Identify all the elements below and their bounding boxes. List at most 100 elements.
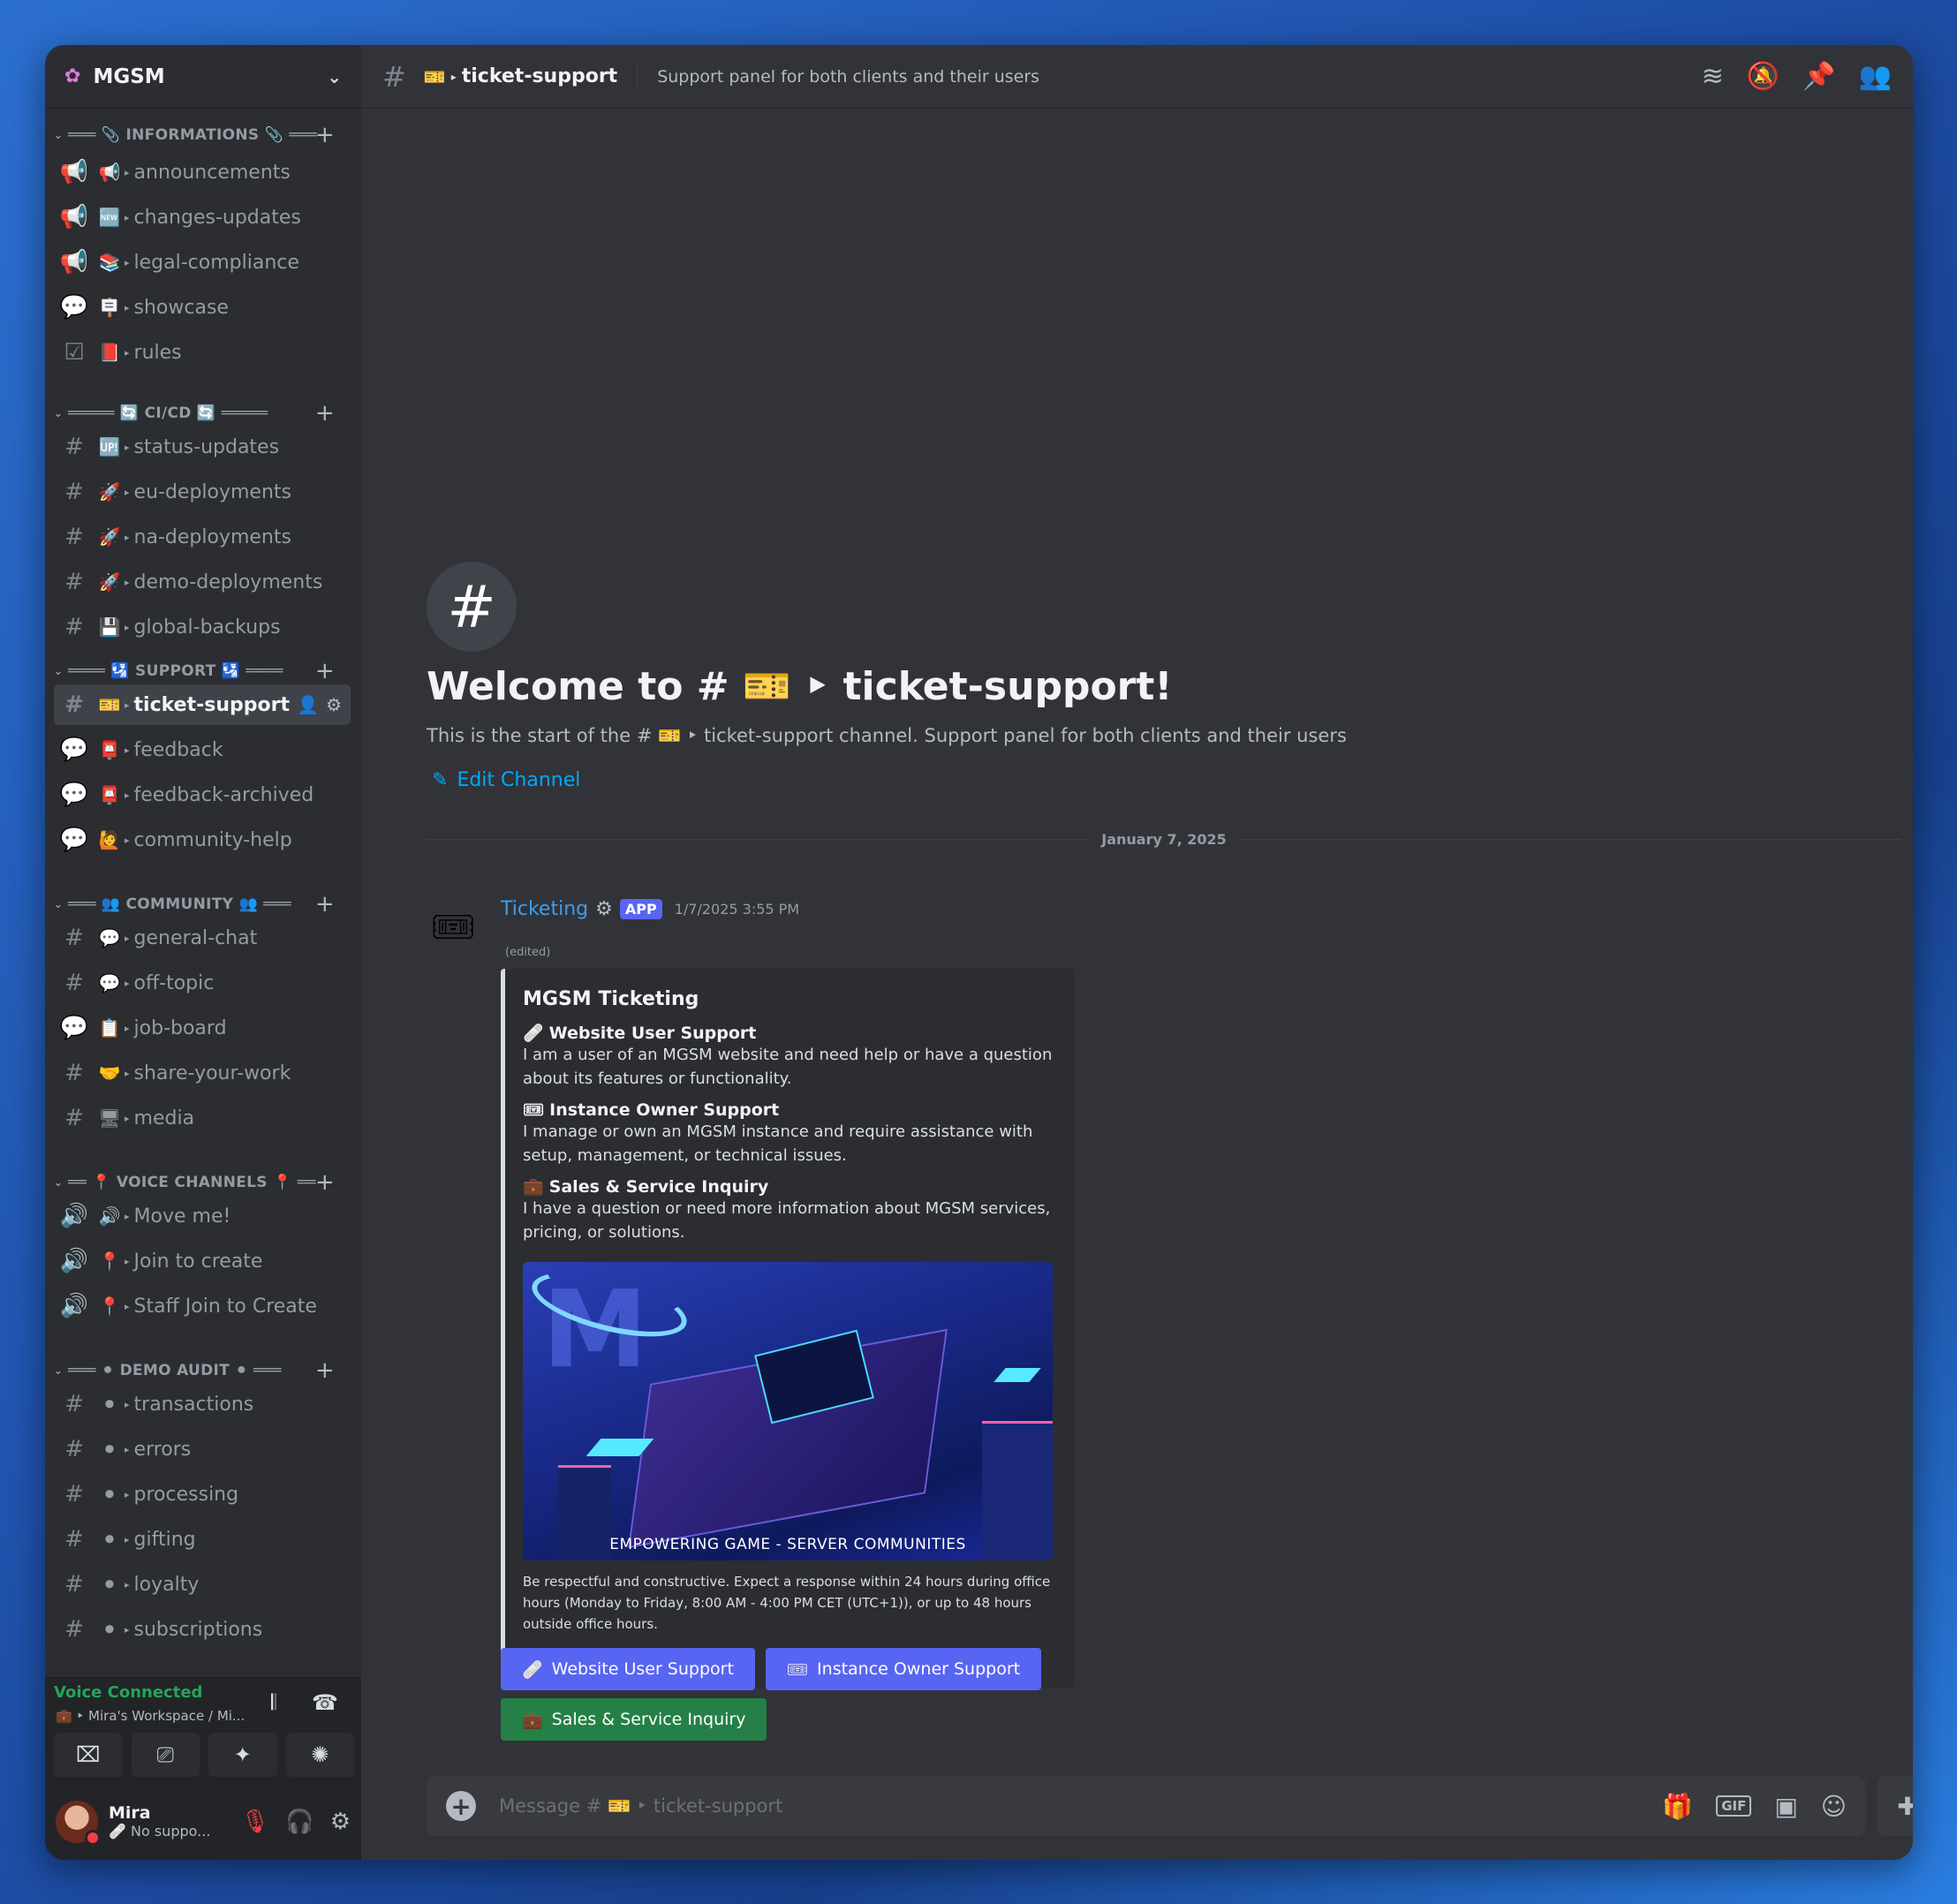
channel-demo-deployments[interactable]: # 🚀 ▸ demo-deployments <box>54 562 351 602</box>
channel-subscriptions[interactable]: # ⚫ ▸ subscriptions <box>54 1609 351 1650</box>
add-channel-icon[interactable]: + <box>315 658 335 684</box>
channel-showcase[interactable]: 💬 🪧 ▸ showcase <box>54 287 351 328</box>
invite-icon[interactable]: 👤 <box>297 694 319 715</box>
avatar[interactable] <box>56 1800 101 1846</box>
sticker-icon[interactable]: ▣ <box>1774 1792 1797 1821</box>
channel-emoji: 🙋 <box>98 829 121 850</box>
server-header[interactable]: ✿ MGSM ⌄ <box>45 45 361 109</box>
forum-icon: 💬 <box>59 1015 89 1041</box>
gift-icon[interactable]: 🎁 <box>1662 1792 1693 1821</box>
gear-icon[interactable]: ⚙ <box>326 694 342 715</box>
channel-label: global-backups <box>133 616 281 638</box>
chevron-down-icon: ⌄ <box>53 897 64 911</box>
glow-tile <box>994 1368 1041 1382</box>
channel-errors[interactable]: # ⚫ ▸ errors <box>54 1429 351 1470</box>
gear-icon[interactable]: ⚙ <box>330 1809 351 1835</box>
channel-topic[interactable]: Support panel for both clients and their… <box>657 67 1039 87</box>
sales-service-inquiry-button[interactable]: 💼 Sales & Service Inquiry <box>501 1698 767 1741</box>
arrow-icon: ▸ <box>125 744 130 756</box>
apps-button[interactable]: ✚ <box>1878 1776 1913 1836</box>
arrow-icon: ▸ <box>125 699 130 711</box>
gif-icon[interactable]: GIF <box>1716 1795 1752 1817</box>
channel-job-board[interactable]: 💬 📋 ▸ job-board <box>54 1008 351 1048</box>
category-cicd[interactable]: ⌄ ═════ 🔄 CI/CD 🔄 ═════ + <box>45 398 361 428</box>
channel-media[interactable]: # 🖥 ▸ media <box>54 1098 351 1138</box>
category-support[interactable]: ⌄ ════ 🛂 SUPPORT 🛂 ════ + <box>45 656 361 686</box>
chevron-down-icon[interactable]: ⌄ <box>327 66 342 87</box>
channel-list: ⌄ ═══ 📎 INFORMATIONS 📎 ═══ + 📢 📢 ▸ annou… <box>45 109 361 1722</box>
channel-na-deployments[interactable]: # 🚀 ▸ na-deployments <box>54 517 351 557</box>
add-channel-icon[interactable]: + <box>315 400 335 427</box>
channel-move-me[interactable]: 🔊 🔊 ▸ Move me! <box>54 1196 351 1236</box>
channel-loyalty[interactable]: # ⚫ ▸ loyalty <box>54 1564 351 1605</box>
message-input[interactable]: Message # 🎫 ‣ ticket-support <box>499 1795 782 1817</box>
add-channel-icon[interactable]: + <box>315 1357 335 1384</box>
channel-eu-deployments[interactable]: # 🚀 ▸ eu-deployments <box>54 472 351 512</box>
channel-global-backups[interactable]: # 💾 ▸ global-backups <box>54 607 351 647</box>
notifications-muted-icon[interactable]: 🔕 <box>1747 61 1779 92</box>
camera-off-button[interactable]: ⌧ <box>54 1733 123 1777</box>
add-channel-icon[interactable]: + <box>315 1169 335 1196</box>
user-tools: 🎙 🎧 ⚙ <box>240 1809 351 1835</box>
disconnect-icon[interactable]: ☎ <box>312 1690 338 1715</box>
channel-off-topic[interactable]: # 💬 ▸ off-topic <box>54 963 351 1003</box>
channel-processing[interactable]: # ⚫ ▸ processing <box>54 1474 351 1515</box>
user-meta[interactable]: Mira 🩹 No suppo... <box>109 1803 210 1840</box>
channel-feedback-archived[interactable]: 💬 📮 ▸ feedback-archived <box>54 774 351 815</box>
emoji-icon[interactable]: ☺ <box>1821 1792 1847 1821</box>
channel-changes-updates[interactable]: 📢 🆕 ▸ changes-updates <box>54 197 351 238</box>
embed-field-name: 🩹 Website User Support <box>523 1023 1055 1044</box>
channel-announcements[interactable]: 📢 📢 ▸ announcements <box>54 152 351 193</box>
category-label: ═════ 🔄 CI/CD 🔄 ═════ <box>68 404 268 422</box>
pin-icon[interactable]: 📌 <box>1802 61 1835 92</box>
screen-share-button[interactable]: ⎚ <box>131 1733 200 1777</box>
threads-icon[interactable]: ≋ <box>1702 61 1724 92</box>
soundboard-button[interactable]: ✺ <box>285 1733 354 1777</box>
divider-line <box>427 838 1090 840</box>
channel-gifting[interactable]: # ⚫ ▸ gifting <box>54 1519 351 1560</box>
instance-owner-support-button[interactable]: 🎟 Instance Owner Support <box>765 1648 1042 1690</box>
channel-label: Move me! <box>133 1205 231 1228</box>
channel-legal-compliance[interactable]: 📢 📚 ▸ legal-compliance <box>54 242 351 283</box>
category-demo-audit[interactable]: ⌄ ═══ ⚫ DEMO AUDIT ⚫ ═══ + <box>45 1356 361 1386</box>
bot-avatar[interactable]: 🎟 <box>428 902 478 951</box>
category-informations[interactable]: ⌄ ═══ 📎 INFORMATIONS 📎 ═══ + <box>45 120 361 150</box>
edit-channel-link[interactable]: ✎ Edit Channel <box>432 769 580 791</box>
headphones-icon[interactable]: 🎧 <box>285 1809 314 1835</box>
embed-banner-image[interactable]: M EMPOWERING GAME - SERVER COMMUNITIES <box>523 1262 1053 1560</box>
add-channel-icon[interactable]: + <box>315 122 335 148</box>
channel-emoji: 📍 <box>98 1296 121 1317</box>
channel-general-chat[interactable]: # 💬 ▸ general-chat <box>54 918 351 958</box>
message-composer[interactable]: + Message # 🎫 ‣ ticket-support 🎁 GIF ▣ ☺ <box>427 1776 1866 1836</box>
member-list-icon[interactable]: 👥 <box>1859 61 1892 92</box>
message-author[interactable]: Ticketing <box>501 898 588 920</box>
channel-label: legal-compliance <box>133 251 299 274</box>
message-timestamp[interactable]: 1/7/2025 3:55 PM <box>675 901 799 918</box>
noise-suppression-icon[interactable]: 𝄃 <box>271 1690 276 1715</box>
channel-transactions[interactable]: # ⚫ ▸ transactions <box>54 1384 351 1424</box>
channel-sidebar: ✿ MGSM ⌄ ⌄ ═══ 📎 INFORMATIONS 📎 ═══ + 📢 … <box>45 45 361 1860</box>
add-channel-icon[interactable]: + <box>315 891 335 918</box>
voice-location[interactable]: 💼 ‣ Mira's Workspace / Mi... <box>56 1708 245 1724</box>
arrow-icon: ▸ <box>125 346 130 359</box>
plus-icon[interactable]: + <box>446 1791 476 1821</box>
channel-join-to-create[interactable]: 🔊 📍 ▸ Join to create <box>54 1241 351 1281</box>
category-voice-channels[interactable]: ⌄ ══ 📍 VOICE CHANNELS 📍 ══ + <box>45 1167 361 1198</box>
arrow-icon: ▸ <box>450 70 457 83</box>
divider-line <box>1238 838 1901 840</box>
website-user-support-button[interactable]: 🩹 Website User Support <box>501 1648 755 1690</box>
channel-status-updates[interactable]: # 🆙 ▸ status-updates <box>54 427 351 467</box>
category-label: ════ 🛂 SUPPORT 🛂 ════ <box>68 662 283 680</box>
channel-ticket-support[interactable]: # 🎫 ▸ ticket-support 👤 ⚙ <box>54 684 351 725</box>
mic-muted-icon[interactable]: 🎙 <box>240 1809 269 1835</box>
channel-feedback[interactable]: 💬 📮 ▸ feedback <box>54 729 351 770</box>
activities-button[interactable]: ✦ <box>208 1733 277 1777</box>
category-community[interactable]: ⌄ ═══ 👥 COMMUNITY 👥 ═══ + <box>45 889 361 919</box>
chevron-down-icon: ⌄ <box>53 406 64 420</box>
voice-status[interactable]: Voice Connected <box>54 1683 202 1702</box>
channel-share-your-work[interactable]: # 🤝 ▸ share-your-work <box>54 1053 351 1093</box>
channel-rules[interactable]: ☑ 📕 ▸ rules <box>54 332 351 373</box>
briefcase-icon: 💼 <box>522 1710 543 1730</box>
channel-staff-join-to-create[interactable]: 🔊 📍 ▸ Staff Join to Create <box>54 1286 351 1326</box>
channel-community-help[interactable]: 💬 🙋 ▸ community-help <box>54 820 351 860</box>
